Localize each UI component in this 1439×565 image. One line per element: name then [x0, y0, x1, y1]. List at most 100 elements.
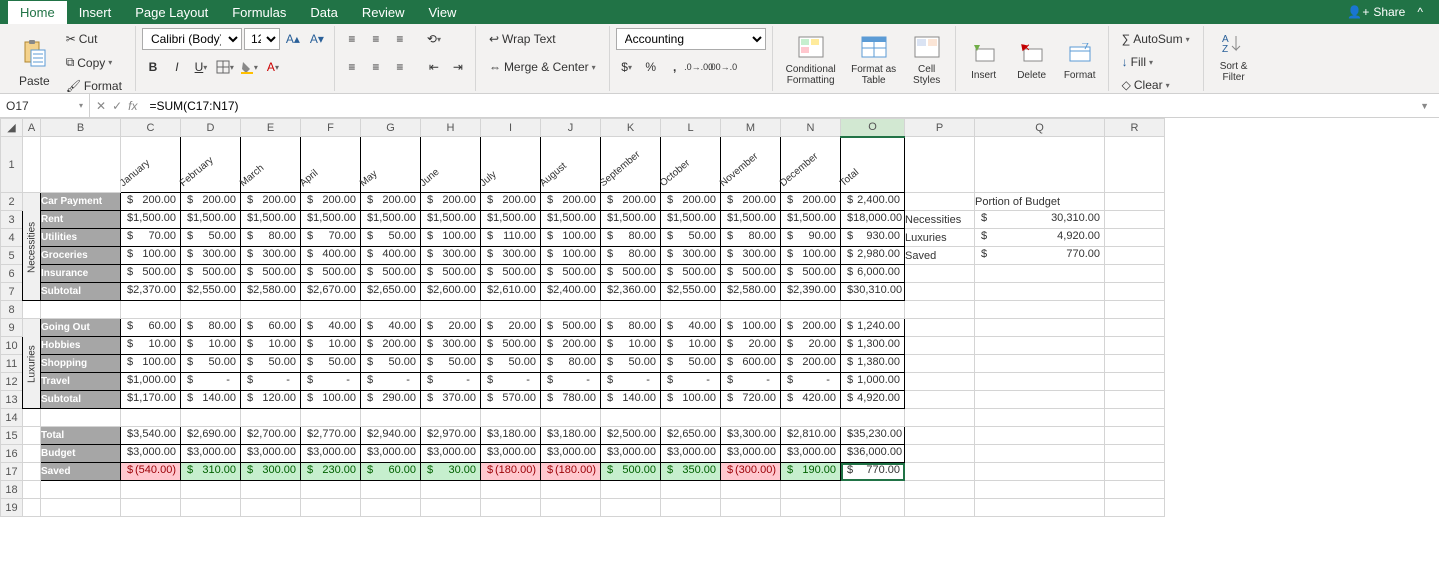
row-header-5[interactable]: 5: [1, 247, 23, 265]
cell[interactable]: $3,000.00: [421, 445, 481, 463]
cell[interactable]: $1,380.00: [841, 355, 905, 373]
cell[interactable]: $770.00: [975, 247, 1105, 265]
row-header-11[interactable]: 11: [1, 355, 23, 373]
col-header-A[interactable]: A: [23, 119, 41, 137]
cell[interactable]: $80.00: [601, 319, 661, 337]
decrease-font-icon[interactable]: A▾: [306, 28, 328, 50]
cell[interactable]: $(180.00): [541, 463, 601, 481]
row-header-16[interactable]: 16: [1, 445, 23, 463]
col-header-K[interactable]: K: [601, 119, 661, 137]
cell[interactable]: $500.00: [601, 265, 661, 283]
cell[interactable]: $200.00: [301, 193, 361, 211]
cell[interactable]: $500.00: [781, 265, 841, 283]
percent-icon[interactable]: %: [640, 56, 662, 78]
cell[interactable]: $310.00: [181, 463, 241, 481]
select-all-corner[interactable]: ◢: [1, 119, 23, 137]
name-box[interactable]: O17▾: [0, 94, 90, 117]
cell[interactable]: $60.00: [361, 463, 421, 481]
cell[interactable]: $1,500.00: [181, 211, 241, 229]
cell[interactable]: $40.00: [301, 319, 361, 337]
cell[interactable]: $100.00: [541, 229, 601, 247]
cell[interactable]: $3,000.00: [721, 445, 781, 463]
cell[interactable]: $1,170.00: [121, 391, 181, 409]
cell[interactable]: $200.00: [781, 319, 841, 337]
cell[interactable]: $50.00: [361, 229, 421, 247]
clear-button[interactable]: ◇Clear: [1115, 74, 1197, 96]
tab-home[interactable]: Home: [8, 1, 67, 24]
cell[interactable]: $-: [421, 373, 481, 391]
cell[interactable]: $200.00: [721, 193, 781, 211]
cell[interactable]: $2,360.00: [601, 283, 661, 301]
cell[interactable]: $3,000.00: [361, 445, 421, 463]
cell[interactable]: $-: [721, 373, 781, 391]
cancel-icon[interactable]: ✕: [96, 99, 106, 113]
cell[interactable]: $80.00: [601, 229, 661, 247]
col-header-O[interactable]: O: [841, 119, 905, 137]
cell[interactable]: $200.00: [601, 193, 661, 211]
cell[interactable]: $-: [601, 373, 661, 391]
cell[interactable]: $2,600.00: [421, 283, 481, 301]
cell[interactable]: $300.00: [421, 337, 481, 355]
cell[interactable]: $60.00: [121, 319, 181, 337]
cell[interactable]: $3,000.00: [481, 445, 541, 463]
cell[interactable]: $100.00: [421, 229, 481, 247]
italic-button[interactable]: I: [166, 56, 188, 78]
share-button[interactable]: 👤+Share^: [1339, 1, 1431, 23]
cell[interactable]: $-: [181, 373, 241, 391]
align-top-icon[interactable]: ≡: [341, 28, 363, 50]
delete-cells-icon[interactable]: ✕: [1014, 37, 1050, 69]
cell[interactable]: $50.00: [661, 229, 721, 247]
tab-page-layout[interactable]: Page Layout: [123, 1, 220, 24]
cell[interactable]: $(540.00): [121, 463, 181, 481]
tab-formulas[interactable]: Formulas: [220, 1, 298, 24]
cell[interactable]: $570.00: [481, 391, 541, 409]
row-header-3[interactable]: 3: [1, 211, 23, 229]
cell[interactable]: $200.00: [661, 193, 721, 211]
cell[interactable]: $2,400.00: [541, 283, 601, 301]
col-header-B[interactable]: B: [41, 119, 121, 137]
cell[interactable]: $6,000.00: [841, 265, 905, 283]
cell[interactable]: $-: [241, 373, 301, 391]
cell[interactable]: $500.00: [541, 265, 601, 283]
font-color-button[interactable]: A: [262, 56, 284, 78]
cell[interactable]: $500.00: [421, 265, 481, 283]
underline-button[interactable]: U: [190, 56, 212, 78]
cell[interactable]: $20.00: [721, 337, 781, 355]
cell[interactable]: $-: [661, 373, 721, 391]
cell[interactable]: $2,770.00: [301, 427, 361, 445]
cell[interactable]: $1,500.00: [241, 211, 301, 229]
cell[interactable]: $-: [361, 373, 421, 391]
col-header-H[interactable]: H: [421, 119, 481, 137]
cell[interactable]: $80.00: [541, 355, 601, 373]
fill-color-button[interactable]: [238, 56, 260, 78]
cell[interactable]: $1,500.00: [541, 211, 601, 229]
format-cells-icon[interactable]: [1062, 37, 1098, 69]
cell[interactable]: $200.00: [361, 193, 421, 211]
cell[interactable]: $400.00: [361, 247, 421, 265]
cell[interactable]: $10.00: [601, 337, 661, 355]
cell[interactable]: $70.00: [121, 229, 181, 247]
number-format-select[interactable]: Accounting: [616, 28, 766, 50]
cell[interactable]: $2,580.00: [241, 283, 301, 301]
cell[interactable]: $10.00: [301, 337, 361, 355]
cell[interactable]: $-: [541, 373, 601, 391]
cell[interactable]: $2,700.00: [241, 427, 301, 445]
align-left-icon[interactable]: ≡: [341, 56, 363, 78]
cell[interactable]: $50.00: [301, 355, 361, 373]
cell[interactable]: $930.00: [841, 229, 905, 247]
row-header-6[interactable]: 6: [1, 265, 23, 283]
cell[interactable]: $2,500.00: [601, 427, 661, 445]
cell[interactable]: $20.00: [421, 319, 481, 337]
cell[interactable]: $1,240.00: [841, 319, 905, 337]
cell[interactable]: $500.00: [721, 265, 781, 283]
cell[interactable]: $2,650.00: [361, 283, 421, 301]
cell[interactable]: $1,500.00: [121, 211, 181, 229]
cell[interactable]: $500.00: [181, 265, 241, 283]
cell[interactable]: $35,230.00: [841, 427, 905, 445]
increase-decimal-icon[interactable]: .0→.00: [688, 56, 710, 78]
enter-icon[interactable]: ✓: [112, 99, 122, 113]
cell[interactable]: $300.00: [481, 247, 541, 265]
cell[interactable]: $2,580.00: [721, 283, 781, 301]
cell[interactable]: $290.00: [361, 391, 421, 409]
cell[interactable]: $10.00: [181, 337, 241, 355]
